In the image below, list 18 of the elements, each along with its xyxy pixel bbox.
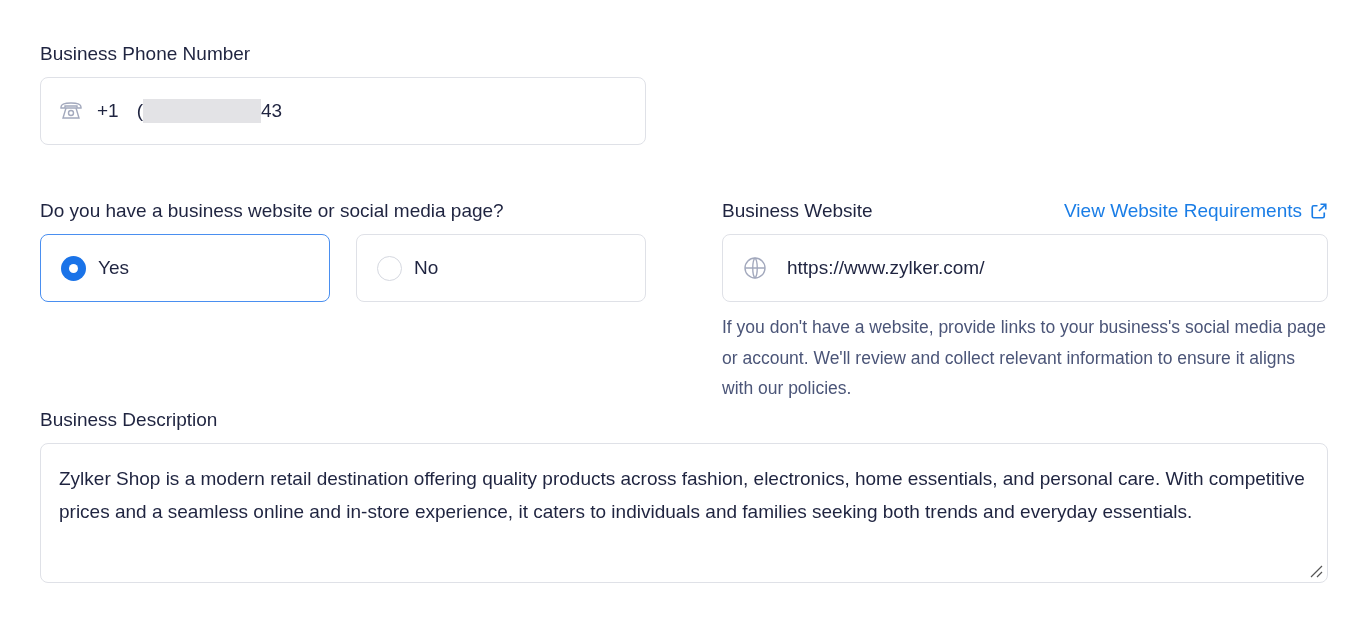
radio-selected-icon	[61, 255, 86, 281]
field-label: Business Description	[40, 407, 219, 432]
phone-field[interactable]: +1 ( 43	[40, 77, 646, 145]
website-field[interactable]: https://www.zylker.com/	[722, 234, 1328, 302]
external-link-icon	[1310, 202, 1328, 220]
phone-number-start: (	[136, 98, 143, 123]
help-text: If you don't have a website, provide links to your business's social media page or account. We'll review and collect relevant information to ensure it aligns with our policies.	[722, 316, 1327, 400]
resize-handle-icon[interactable]	[1309, 563, 1323, 578]
phone-number-end: 43	[261, 98, 283, 123]
field-label: Business Phone Number	[40, 42, 252, 66]
country-code: +1	[97, 98, 119, 123]
radio-option[interactable]: Yes	[40, 234, 330, 302]
radio-option[interactable]: No	[356, 234, 646, 302]
requirements-link[interactable]: View Website Requirements	[1064, 197, 1328, 225]
description-field[interactable]: Zylker Shop is a modern retail destination offering quality products across fashion, electronics, home essentials, and personal care. With competitive prices and a seamless online and in-store experience, it caters to individuals and families seeking both trends and everyday essentials.	[40, 442, 1328, 583]
globe-icon	[743, 256, 767, 280]
field-label: Business Website	[722, 199, 873, 223]
question-label: Do you have a business website or social media page?	[40, 199, 505, 223]
